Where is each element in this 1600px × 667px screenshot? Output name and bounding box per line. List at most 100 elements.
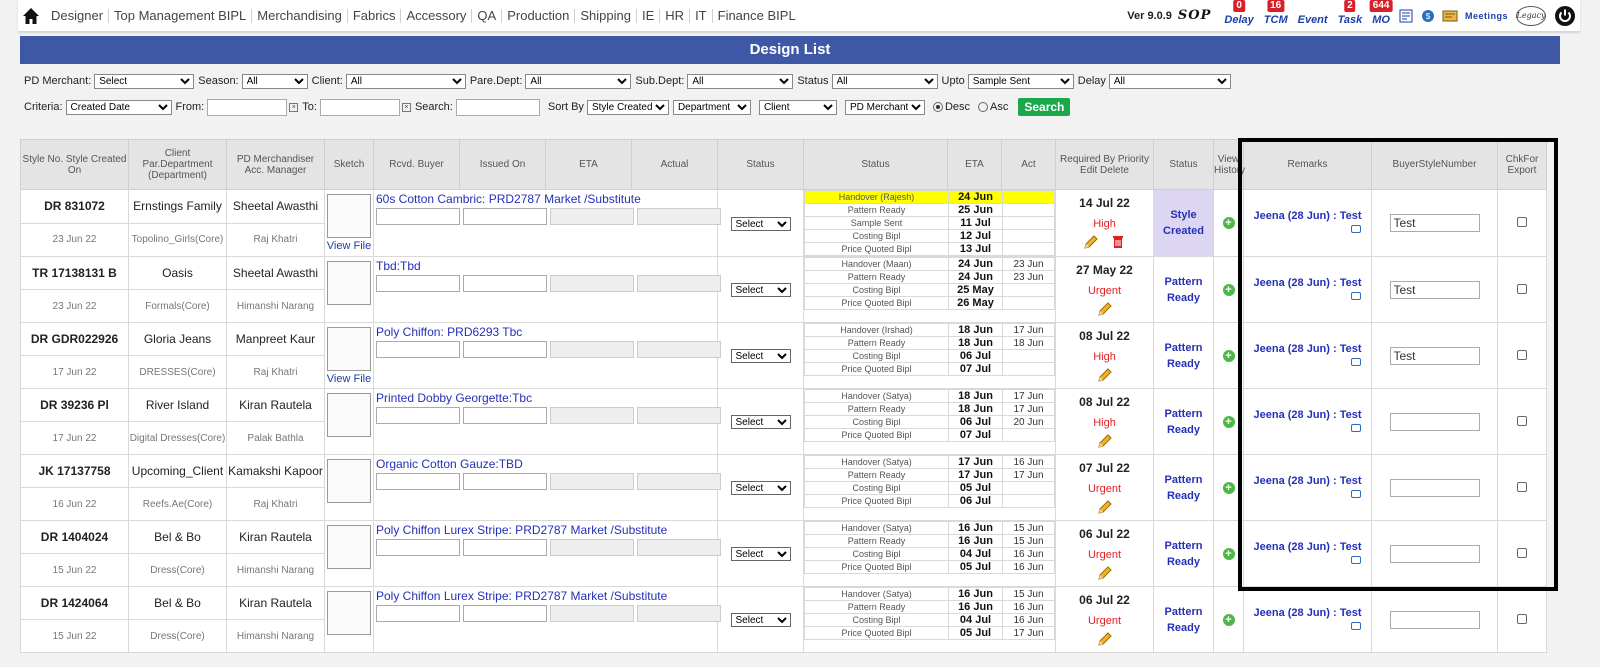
- sketch-image[interactable]: [327, 525, 371, 569]
- edit-icon[interactable]: [1097, 499, 1113, 515]
- menu-item-merchandising[interactable]: Merchandising: [252, 8, 348, 23]
- view-history-icon[interactable]: +: [1222, 481, 1235, 494]
- report-icon[interactable]: [1442, 8, 1458, 24]
- delete-icon[interactable]: [1110, 234, 1126, 250]
- desc-radio[interactable]: [932, 102, 943, 112]
- chat-icon[interactable]: [1350, 357, 1361, 366]
- export-checkbox[interactable]: [1517, 283, 1527, 294]
- buyer-style-number-input[interactable]: [1389, 610, 1480, 629]
- rcvd-buyer-input[interactable]: [376, 208, 460, 225]
- edit-icon[interactable]: [1097, 301, 1113, 317]
- chat-icon[interactable]: [1350, 291, 1361, 300]
- power-icon[interactable]: [1554, 5, 1576, 27]
- fabric-link[interactable]: Organic Cotton Gauze:TBD: [376, 457, 715, 471]
- tool-event[interactable]: Event: [1298, 14, 1328, 26]
- remark-text[interactable]: Jeena (28 Jun) : Test: [1244, 409, 1371, 421]
- issued-on-input[interactable]: [463, 539, 547, 556]
- rcvd-buyer-input[interactable]: [376, 275, 460, 292]
- search-button[interactable]: Search: [1018, 98, 1071, 116]
- remark-text[interactable]: Jeena (28 Jun) : Test: [1244, 210, 1371, 222]
- delay-select[interactable]: All: [1108, 73, 1231, 89]
- rcvd-buyer-input[interactable]: [376, 473, 460, 490]
- export-checkbox[interactable]: [1517, 481, 1527, 492]
- issued-on-input[interactable]: [463, 208, 547, 225]
- fabric-link[interactable]: Printed Dobby Georgette:Tbc: [376, 391, 715, 405]
- fabric-link[interactable]: Poly Chiffon: PRD6293 Tbc: [376, 325, 715, 339]
- menu-item-shipping[interactable]: Shipping: [575, 8, 637, 23]
- menu-item-it[interactable]: IT: [690, 8, 713, 23]
- view-history-icon[interactable]: +: [1222, 547, 1235, 560]
- rcvd-buyer-input[interactable]: [376, 539, 460, 556]
- buyer-style-number-input[interactable]: [1389, 280, 1480, 299]
- buyer-style-number-input[interactable]: [1389, 544, 1480, 563]
- edit-icon[interactable]: [1097, 631, 1113, 647]
- export-checkbox[interactable]: [1517, 613, 1527, 624]
- fabric-status-select[interactable]: Select: [730, 216, 791, 231]
- sketch-image[interactable]: [327, 327, 371, 371]
- legacy-logo[interactable]: Legacy: [1516, 5, 1546, 26]
- view-history-icon[interactable]: +: [1222, 415, 1235, 428]
- sketch-image[interactable]: [327, 459, 371, 503]
- sketch-image[interactable]: [327, 261, 371, 305]
- book-icon[interactable]: [1398, 8, 1414, 24]
- menu-item-finance-bipl[interactable]: Finance BIPL: [713, 8, 801, 23]
- pd-merchant-select[interactable]: Select: [94, 73, 195, 89]
- view-history-icon[interactable]: +: [1222, 349, 1235, 362]
- tool-delay[interactable]: Delay 0: [1224, 0, 1254, 26]
- fabric-status-select[interactable]: Select: [730, 613, 791, 627]
- search-input[interactable]: [455, 98, 540, 116]
- edit-icon[interactable]: [1097, 367, 1113, 383]
- view-file-link[interactable]: View File: [325, 240, 373, 252]
- pare-dept-select[interactable]: All: [525, 73, 632, 89]
- edit-icon[interactable]: [1097, 565, 1113, 581]
- chat-icon[interactable]: [1350, 423, 1361, 432]
- sketch-image[interactable]: [327, 393, 371, 437]
- chat-icon[interactable]: [1350, 225, 1361, 233]
- menu-item-accessory[interactable]: Accessory: [401, 8, 473, 23]
- remark-text[interactable]: Jeena (28 Jun) : Test: [1244, 475, 1371, 487]
- criteria-select[interactable]: Created Date: [65, 99, 172, 115]
- issued-on-input[interactable]: [463, 407, 547, 424]
- issued-on-input[interactable]: [463, 605, 547, 622]
- sort-3-select[interactable]: Client: [758, 99, 837, 115]
- fabric-status-select[interactable]: Select: [730, 481, 791, 495]
- sketch-image[interactable]: [327, 194, 371, 238]
- status-select[interactable]: All: [831, 73, 938, 89]
- view-history-icon[interactable]: +: [1222, 613, 1235, 626]
- chat-icon[interactable]: [1350, 489, 1361, 498]
- meetings-link[interactable]: Meetings: [1465, 11, 1508, 21]
- menu-item-fabrics[interactable]: Fabrics: [348, 8, 402, 23]
- tool-tcm[interactable]: TCM 16: [1264, 0, 1288, 26]
- rcvd-buyer-input[interactable]: [376, 407, 460, 424]
- tool-mo[interactable]: MO 644: [1369, 0, 1393, 26]
- sop-link[interactable]: SOP: [1178, 8, 1212, 23]
- remark-text[interactable]: Jeena (28 Jun) : Test: [1244, 607, 1371, 619]
- season-select[interactable]: All: [241, 73, 308, 89]
- remark-text[interactable]: Jeena (28 Jun) : Test: [1244, 277, 1371, 289]
- remark-text[interactable]: Jeena (28 Jun) : Test: [1244, 343, 1371, 355]
- menu-item-ie[interactable]: IE: [637, 8, 661, 23]
- currency-icon[interactable]: $: [1420, 8, 1436, 24]
- sub-dept-select[interactable]: All: [687, 73, 794, 89]
- menu-item-top-management-bipl[interactable]: Top Management BIPL: [109, 8, 253, 23]
- view-history-icon[interactable]: +: [1222, 283, 1235, 296]
- edit-icon[interactable]: [1083, 234, 1099, 250]
- export-checkbox[interactable]: [1517, 547, 1527, 558]
- export-checkbox[interactable]: [1517, 217, 1527, 227]
- fabric-link[interactable]: 60s Cotton Cambric: PRD2787 Market /Subs…: [376, 192, 715, 206]
- issued-on-input[interactable]: [463, 341, 547, 358]
- issued-on-input[interactable]: [463, 473, 547, 490]
- clear-to-icon[interactable]: ×: [401, 102, 411, 112]
- menu-item-hr[interactable]: HR: [660, 8, 691, 23]
- fabric-link[interactable]: Tbd:Tbd: [376, 259, 715, 273]
- sort-4-select[interactable]: PD Merchant: [844, 99, 925, 115]
- edit-icon[interactable]: [1097, 433, 1113, 449]
- export-checkbox[interactable]: [1517, 349, 1527, 360]
- view-file-link[interactable]: View File: [325, 373, 373, 385]
- fabric-link[interactable]: Poly Chiffon Lurex Stripe: PRD2787 Marke…: [376, 523, 715, 537]
- chat-icon[interactable]: [1350, 621, 1361, 630]
- view-history-icon[interactable]: +: [1222, 217, 1235, 229]
- fabric-link[interactable]: Poly Chiffon Lurex Stripe: PRD2787 Marke…: [376, 589, 715, 603]
- clear-from-icon[interactable]: ×: [289, 102, 299, 112]
- home-icon[interactable]: [20, 5, 42, 27]
